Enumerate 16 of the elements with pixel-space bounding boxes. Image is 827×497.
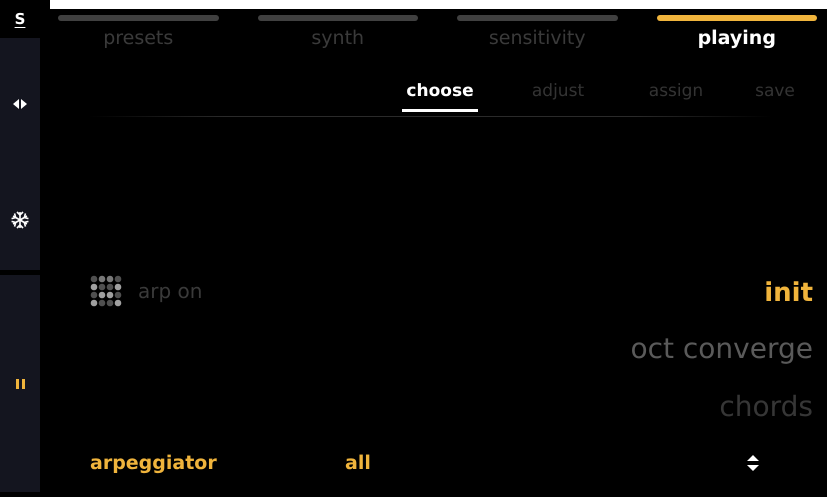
tab[interactable]: synth: [258, 15, 418, 49]
dot-grid-icon: [90, 275, 122, 307]
preset-item[interactable]: init: [764, 273, 813, 314]
mode-selector[interactable]: arpeggiator: [90, 452, 345, 474]
tab[interactable]: presets: [58, 15, 218, 49]
tab[interactable]: sensitivity: [457, 15, 618, 49]
sub-tab[interactable]: choose: [381, 75, 499, 118]
left-right-arrows-icon[interactable]: [13, 99, 27, 109]
preset-item[interactable]: oct converge: [630, 327, 813, 371]
snowflake-icon[interactable]: [11, 211, 29, 229]
tab[interactable]: playing: [656, 15, 817, 49]
logo: S: [14, 10, 26, 28]
filter-selector[interactable]: all: [345, 452, 595, 474]
up-down-arrows-icon[interactable]: [747, 455, 759, 471]
arp-toggle-label[interactable]: arp on: [138, 279, 202, 303]
pause-icon[interactable]: [16, 378, 24, 388]
